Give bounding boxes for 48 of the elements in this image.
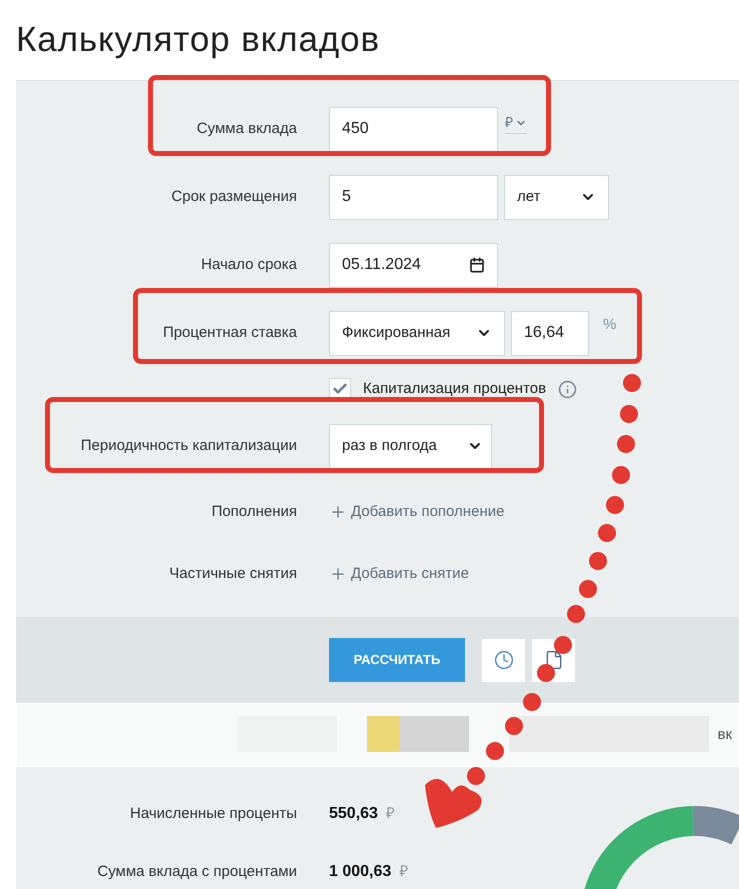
annotation-dot	[612, 466, 630, 484]
document-icon	[544, 650, 564, 670]
field-label: Пополнения	[212, 502, 297, 520]
checkbox-label: Капитализация процентов	[363, 378, 546, 399]
annotation-dot	[523, 693, 541, 711]
term-input[interactable]: 5	[329, 174, 498, 220]
annotation-dot	[606, 496, 624, 514]
calendar-icon[interactable]	[469, 257, 485, 273]
unit-select[interactable]: лет	[504, 174, 609, 220]
rate-type-select[interactable]: Фиксированная	[329, 310, 505, 356]
frequency-select[interactable]: раз в полгода	[329, 424, 492, 468]
field-label: Сумма вклада с процентами	[97, 862, 297, 880]
page-title: Калькулятор вкладов	[16, 18, 380, 61]
banner-text: вк	[717, 724, 732, 745]
date-input[interactable]: 05.11.2024	[329, 242, 498, 288]
field-label: Процентная ставка	[162, 324, 297, 341]
field-label: Начало срока	[201, 256, 297, 273]
field-label: Периодичность капитализации	[80, 436, 297, 454]
annotation-dot	[505, 717, 523, 735]
annotation-dot	[567, 605, 585, 623]
field-label: Срок размещения	[171, 188, 297, 205]
annotation-dot	[467, 767, 485, 785]
annotation-dot	[623, 374, 641, 392]
result-value: 1 000,63	[329, 862, 392, 882]
add-link[interactable]: Добавить снятие	[329, 562, 469, 586]
history-button[interactable]	[482, 638, 525, 682]
result-value: 550,63	[329, 804, 378, 824]
annotation-dot	[589, 552, 607, 570]
annotation-dot	[554, 636, 572, 654]
add-link[interactable]: Добавить пополнение	[329, 500, 504, 524]
field-label: Сумма вклада	[196, 120, 297, 137]
field-label: Частичные снятия	[169, 564, 297, 582]
annotation-dot	[620, 405, 638, 423]
annotation-dot	[598, 524, 616, 542]
annotation-dot	[579, 580, 597, 598]
field-label: Начисленные проценты	[130, 804, 297, 822]
annotation-dot	[537, 664, 555, 682]
ruble-sign: ₽	[399, 862, 408, 882]
annotation-dot	[617, 435, 635, 453]
amount-input[interactable]: 450	[329, 106, 498, 152]
currency-dropdown[interactable]: ₽	[505, 112, 527, 134]
clock-icon	[494, 650, 514, 670]
annotation-dot	[486, 742, 504, 760]
rate-input[interactable]: 16,64	[511, 310, 589, 356]
ruble-sign: ₽	[386, 804, 395, 824]
percent-sign: %	[603, 314, 616, 335]
info-icon[interactable]	[558, 380, 578, 398]
arrow-head	[425, 778, 482, 828]
